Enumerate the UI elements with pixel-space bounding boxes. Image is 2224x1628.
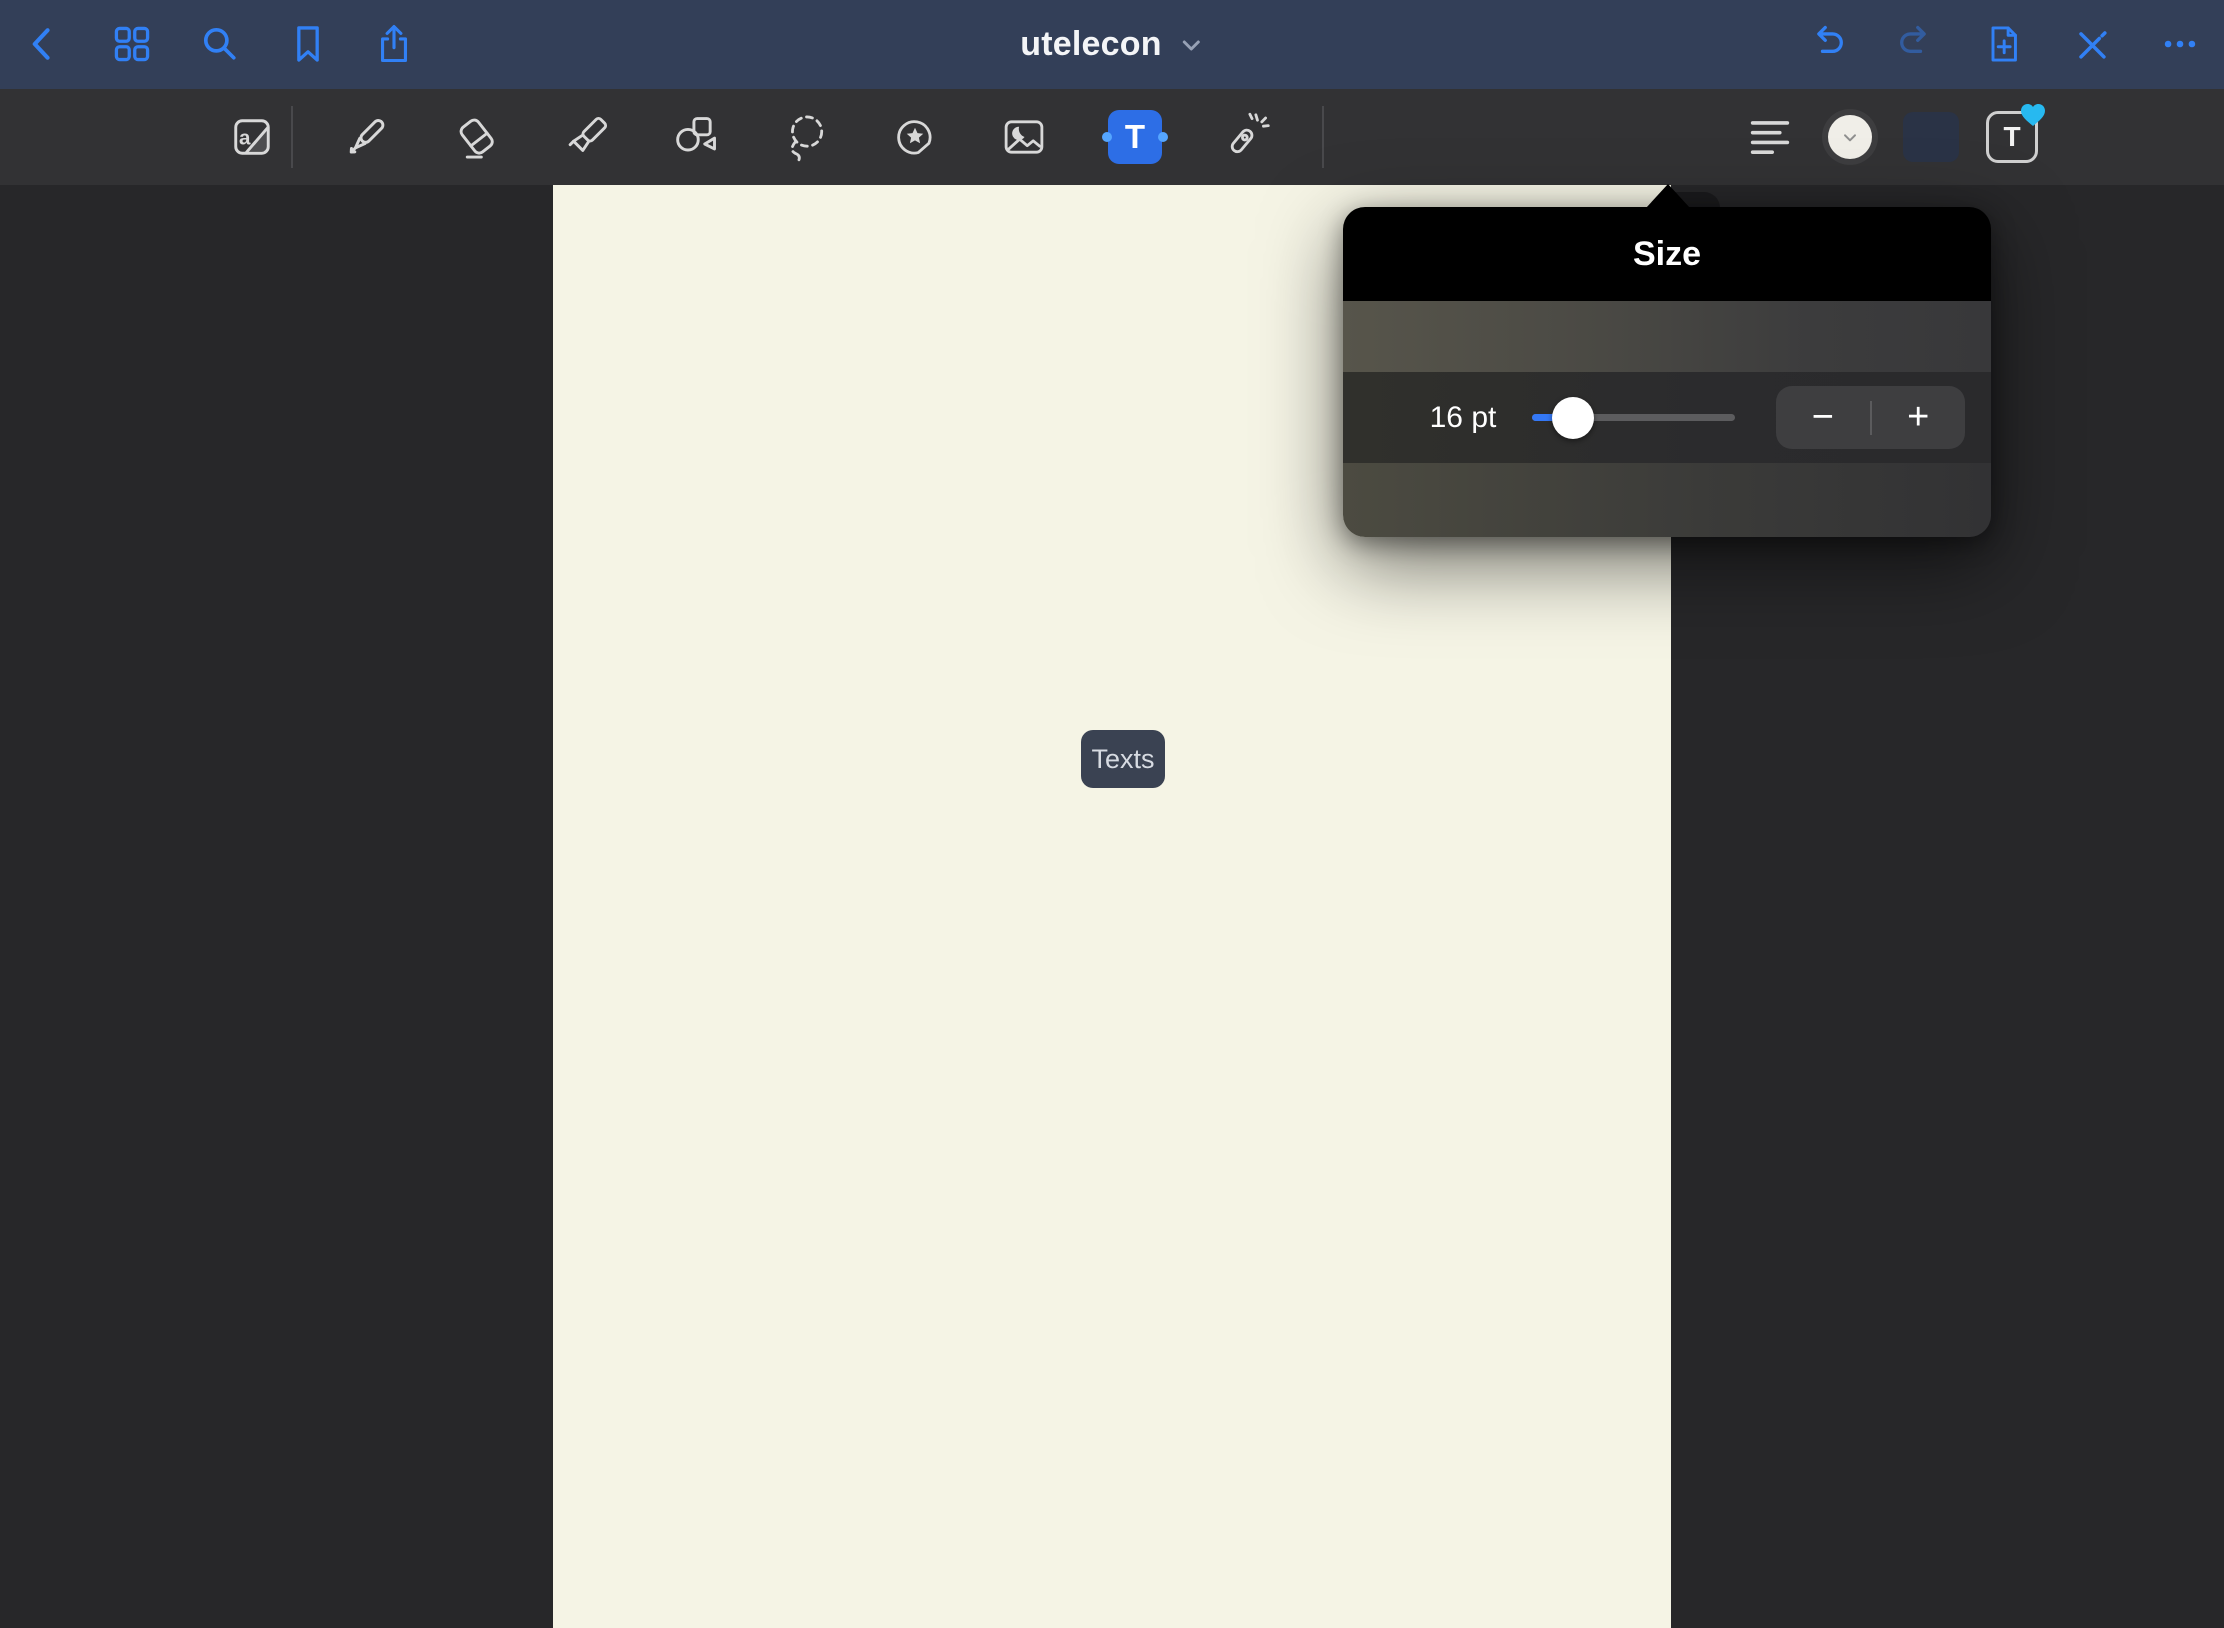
- shapes-icon: [669, 111, 721, 163]
- texts-selection-tooltip[interactable]: Texts: [1081, 730, 1165, 788]
- text-color-swatch: [1828, 115, 1872, 159]
- size-popover: Size 16 pt − +: [1343, 207, 1991, 537]
- toolbar-divider: [1322, 106, 1324, 168]
- highlighter-icon: [561, 111, 613, 163]
- text-tool-glyph: T: [1125, 118, 1145, 156]
- bookmark-icon: [286, 22, 330, 66]
- search-button[interactable]: [196, 20, 244, 68]
- document-title-button[interactable]: utelecon: [1020, 0, 1203, 89]
- text-align-button[interactable]: [1742, 109, 1798, 165]
- lasso-icon: [780, 111, 832, 163]
- text-style-button[interactable]: T: [1986, 111, 2038, 163]
- size-value-label: 16 pt: [1398, 372, 1528, 463]
- tool-ribbon: a: [0, 89, 2224, 185]
- lasso-tool[interactable]: [778, 109, 834, 165]
- popover-arrow: [1646, 184, 1690, 208]
- redo-icon: [1893, 22, 1937, 66]
- stylus-disconnect-button[interactable]: [2068, 20, 2116, 68]
- add-page-button[interactable]: [1980, 20, 2028, 68]
- redo-button[interactable]: [1891, 20, 1939, 68]
- chevron-down-icon: [1840, 127, 1860, 147]
- chevron-down-icon: [1180, 33, 1204, 57]
- stylus-x-icon: [2070, 22, 2114, 66]
- highlighter-tool[interactable]: [559, 109, 615, 165]
- pen-tool[interactable]: [338, 109, 394, 165]
- top-navigation-bar: utelecon: [0, 0, 2224, 89]
- back-button[interactable]: [19, 20, 67, 68]
- align-left-icon: [1744, 111, 1796, 163]
- image-icon: [998, 111, 1050, 163]
- eraser-tool[interactable]: [449, 109, 505, 165]
- share-button[interactable]: [370, 20, 418, 68]
- texts-tooltip-label: Texts: [1091, 744, 1154, 775]
- highlight-color-swatch[interactable]: [1903, 112, 1959, 162]
- undo-button[interactable]: [1804, 20, 1852, 68]
- undo-icon: [1806, 22, 1850, 66]
- heart-icon: [2019, 102, 2047, 128]
- page-grid-icon: [110, 22, 154, 66]
- eraser-icon: [451, 111, 503, 163]
- page-grid-button[interactable]: [108, 20, 156, 68]
- size-popover-band: [1343, 301, 1991, 372]
- elements-tool[interactable]: [887, 109, 943, 165]
- add-page-icon: [1982, 22, 2026, 66]
- svg-text:a: a: [239, 127, 251, 150]
- bookmark-button[interactable]: [284, 20, 332, 68]
- more-icon: [2158, 22, 2202, 66]
- image-tool[interactable]: [996, 109, 1052, 165]
- toolbar-divider: [291, 106, 293, 168]
- decrease-size-button[interactable]: −: [1776, 386, 1870, 449]
- size-popover-footer: [1343, 463, 1991, 537]
- elements-sticker-icon: [889, 111, 941, 163]
- shapes-tool[interactable]: [667, 109, 723, 165]
- text-color-button[interactable]: [1822, 109, 1878, 165]
- share-icon: [372, 22, 416, 66]
- search-icon: [198, 22, 242, 66]
- size-stepper: − +: [1776, 386, 1965, 449]
- size-popover-title: Size: [1633, 235, 1701, 274]
- back-icon: [21, 22, 65, 66]
- selection-handle-left: [1102, 132, 1112, 142]
- pen-icon: [340, 111, 392, 163]
- read-mode-icon: a: [226, 111, 278, 163]
- text-style-glyph: T: [2003, 121, 2020, 153]
- text-tool-selected[interactable]: T: [1108, 110, 1162, 164]
- laser-pointer-tool[interactable]: [1217, 109, 1273, 165]
- more-options-button[interactable]: [2156, 20, 2204, 68]
- size-slider[interactable]: [1532, 414, 1735, 421]
- page-title: utelecon: [1020, 25, 1161, 64]
- size-slider-knob[interactable]: [1552, 397, 1594, 439]
- laser-pointer-icon: [1219, 111, 1271, 163]
- selection-handle-right: [1158, 132, 1168, 142]
- read-mode-toggle[interactable]: a: [224, 109, 280, 165]
- increase-size-button[interactable]: +: [1872, 386, 1966, 449]
- size-popover-header: Size: [1343, 207, 1991, 301]
- size-slider-row: 16 pt − +: [1343, 372, 1991, 463]
